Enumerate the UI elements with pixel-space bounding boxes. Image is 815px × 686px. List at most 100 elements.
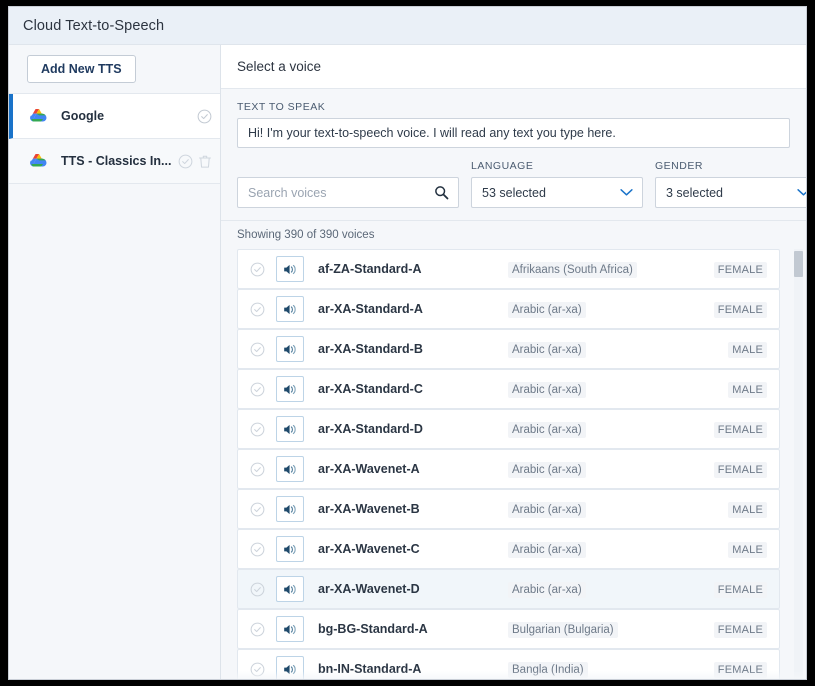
check-circle-icon[interactable]	[178, 154, 193, 169]
voice-row[interactable]: ar-XA-Standard-D Arabic (ar-xa) FEMALE	[237, 409, 780, 449]
language-filter-select[interactable]: 53 selected	[471, 177, 643, 208]
voice-name: bn-IN-Standard-A	[318, 662, 422, 676]
voice-gender-cell: FEMALE	[701, 460, 779, 478]
voice-select-check-icon[interactable]	[238, 502, 276, 517]
voice-name: ar-XA-Standard-D	[318, 422, 423, 436]
voice-list-scrollbar-track[interactable]	[794, 249, 803, 679]
voice-select-check-icon[interactable]	[238, 662, 276, 677]
text-to-speak-label: TEXT TO SPEAK	[237, 101, 326, 113]
voice-language: Afrikaans (South Africa)	[508, 262, 637, 278]
voice-name: ar-XA-Wavenet-C	[318, 542, 420, 556]
gender-filter-select[interactable]: 3 selected	[655, 177, 806, 208]
voice-gender-cell: FEMALE	[701, 580, 779, 598]
language-filter-label: LANGUAGE	[471, 160, 534, 172]
sidebar-item-google[interactable]: Google	[9, 94, 220, 139]
search-voices-field	[237, 177, 459, 208]
sidebar-item-label: TTS - Classics In...	[61, 154, 172, 168]
voice-row[interactable]: bg-BG-Standard-A Bulgarian (Bulgaria) FEMA…	[237, 609, 780, 649]
sidebar-item-tts-classics[interactable]: TTS - Classics In...	[9, 139, 220, 184]
main-panel: Select a voice TEXT TO SPEAK Hi! I'm you…	[221, 45, 806, 679]
search-box[interactable]	[237, 177, 459, 208]
voice-gender-cell: MALE	[701, 500, 779, 518]
voice-select-check-icon[interactable]	[238, 342, 276, 357]
voice-gender-cell: FEMALE	[701, 620, 779, 638]
voice-language-cell: Bulgarian (Bulgaria)	[508, 620, 701, 638]
voice-select-check-icon[interactable]	[238, 622, 276, 637]
voice-gender: FEMALE	[713, 262, 767, 278]
voice-select-check-icon[interactable]	[238, 462, 276, 477]
voice-row[interactable]: ar-XA-Wavenet-D Arabic (ar-xa) FEMALE	[237, 569, 780, 609]
voice-gender: MALE	[728, 382, 767, 398]
voice-preview-speaker-button[interactable]	[276, 456, 304, 482]
voice-row[interactable]: bn-IN-Standard-A Bangla (India) FEMALE	[237, 649, 780, 679]
gender-filter-field: GENDER 3 selected	[655, 160, 806, 208]
window-title: Cloud Text-to-Speech	[23, 17, 165, 34]
screenshot-root: Cloud Text-to-Speech Add New TTS Google …	[0, 0, 815, 686]
voice-preview-speaker-button[interactable]	[276, 576, 304, 602]
trash-icon[interactable]	[198, 154, 212, 169]
voice-gender-cell: FEMALE	[701, 420, 779, 438]
voice-select-check-icon[interactable]	[238, 422, 276, 437]
voice-name: ar-XA-Wavenet-B	[318, 502, 420, 516]
voice-row[interactable]: ar-XA-Wavenet-C Arabic (ar-xa) MALE	[237, 529, 780, 569]
add-new-tts-button[interactable]: Add New TTS	[27, 55, 136, 83]
google-cloud-icon	[27, 107, 53, 125]
voice-language-cell: Arabic (ar-xa)	[508, 460, 701, 478]
voice-preview-speaker-button[interactable]	[276, 616, 304, 642]
sidebar-item-label: Google	[61, 109, 105, 123]
voice-preview-speaker-button[interactable]	[276, 336, 304, 362]
voice-language-cell: Arabic (ar-xa)	[508, 300, 701, 318]
voice-select-check-icon[interactable]	[238, 262, 276, 277]
voice-language-cell: Bangla (India)	[508, 660, 701, 678]
voice-preview-speaker-button[interactable]	[276, 496, 304, 522]
voice-preview-speaker-button[interactable]	[276, 416, 304, 442]
voice-select-check-icon[interactable]	[238, 302, 276, 317]
search-input[interactable]	[238, 185, 434, 200]
voice-gender: FEMALE	[713, 462, 767, 478]
voice-list-container: af-ZA-Standard-A Afrikaans (South Africa)…	[221, 249, 806, 679]
sidebar-toolbar: Add New TTS	[9, 45, 220, 93]
voice-name: af-ZA-Standard-A	[318, 262, 422, 276]
voice-language-cell: Arabic (ar-xa)	[508, 380, 701, 398]
voice-row[interactable]: ar-XA-Standard-A Arabic (ar-xa) FEMALE	[237, 289, 780, 329]
app-window: Cloud Text-to-Speech Add New TTS Google …	[8, 6, 807, 680]
voice-name: bg-BG-Standard-A	[318, 622, 428, 636]
voice-language: Arabic (ar-xa)	[508, 582, 586, 598]
check-circle-icon[interactable]	[197, 109, 212, 124]
voice-gender-cell: FEMALE	[701, 660, 779, 678]
voice-language: Arabic (ar-xa)	[508, 302, 586, 318]
voice-preview-speaker-button[interactable]	[276, 376, 304, 402]
voice-language: Arabic (ar-xa)	[508, 342, 586, 358]
voice-gender-cell: FEMALE	[701, 300, 779, 318]
voice-preview-speaker-button[interactable]	[276, 256, 304, 282]
voice-name: ar-XA-Standard-A	[318, 302, 423, 316]
text-to-speak-input[interactable]	[237, 118, 790, 148]
voice-name: ar-XA-Wavenet-A	[318, 462, 420, 476]
chevron-down-icon[interactable]	[797, 188, 806, 197]
voice-preview-speaker-button[interactable]	[276, 656, 304, 679]
voice-select-check-icon[interactable]	[238, 582, 276, 597]
voice-list-scrollbar-thumb[interactable]	[794, 251, 803, 277]
voice-row[interactable]: ar-XA-Standard-C Arabic (ar-xa) MALE	[237, 369, 780, 409]
voice-preview-speaker-button[interactable]	[276, 536, 304, 562]
voice-row[interactable]: ar-XA-Wavenet-B Arabic (ar-xa) MALE	[237, 489, 780, 529]
voice-select-check-icon[interactable]	[238, 382, 276, 397]
search-icon[interactable]	[434, 185, 458, 200]
voice-row[interactable]: af-ZA-Standard-A Afrikaans (South Africa)…	[237, 249, 780, 289]
voice-gender: FEMALE	[713, 422, 767, 438]
voice-preview-speaker-button[interactable]	[276, 296, 304, 322]
filters-row: LANGUAGE 53 selected	[237, 160, 806, 208]
voice-language: Arabic (ar-xa)	[508, 382, 586, 398]
voice-language: Arabic (ar-xa)	[508, 502, 586, 518]
voice-language: Bangla (India)	[508, 662, 588, 678]
voice-name: ar-XA-Standard-C	[318, 382, 423, 396]
voice-gender: MALE	[728, 342, 767, 358]
voice-row[interactable]: ar-XA-Standard-B Arabic (ar-xa) MALE	[237, 329, 780, 369]
app-body: Add New TTS Google TTS - Classics In... …	[9, 45, 806, 679]
voice-gender-cell: FEMALE	[701, 260, 779, 278]
voice-name: ar-XA-Standard-B	[318, 342, 423, 356]
voice-select-check-icon[interactable]	[238, 542, 276, 557]
chevron-down-icon[interactable]	[620, 188, 633, 197]
voice-gender: MALE	[728, 502, 767, 518]
voice-row[interactable]: ar-XA-Wavenet-A Arabic (ar-xa) FEMALE	[237, 449, 780, 489]
